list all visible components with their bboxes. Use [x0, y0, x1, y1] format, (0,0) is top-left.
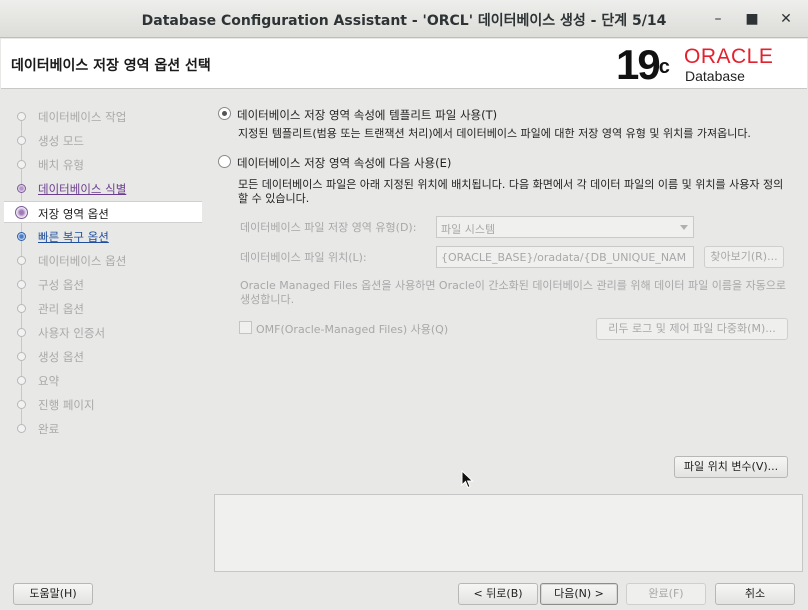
radio-button[interactable]: [218, 155, 231, 168]
radio-use-template[interactable]: 데이터베이스 저장 영역 속성에 템플리트 파일 사용(T): [218, 106, 618, 124]
minimize-icon[interactable]: –: [707, 8, 729, 30]
page-header: 데이터베이스 저장 영역 옵션 선택 19c ORACLE Database: [1, 39, 807, 89]
step-bullet-icon: [17, 256, 26, 265]
step-bullet-icon: [17, 232, 26, 241]
message-area: [214, 494, 803, 572]
oracle-19c-logo: 19c: [616, 41, 670, 88]
nav-step-item: 배치 유형: [4, 153, 202, 175]
omf-note: Oracle Managed Files 옵션을 사용하면 Oracle이 간소…: [240, 279, 787, 306]
radio-use-custom-label: 데이터베이스 저장 영역 속성에 다음 사용(E): [237, 156, 452, 170]
storage-options-panel: 데이터베이스 저장 영역 속성에 템플리트 파일 사용(T) 지정된 템플리트(…: [210, 98, 804, 488]
nav-step-item: 사용자 인증서: [4, 321, 202, 343]
nav-step-label: 빠른 복구 옵션: [38, 230, 109, 244]
omf-checkbox[interactable]: [239, 321, 252, 334]
window-titlebar: Database Configuration Assistant - 'ORCL…: [0, 0, 808, 38]
nav-step-item: 구성 옵션: [4, 273, 202, 295]
nav-step-item: 요약: [4, 369, 202, 391]
nav-step-label: 배치 유형: [38, 158, 84, 172]
step-bullet-icon: [17, 112, 26, 121]
back-button[interactable]: < 뒤로(B): [458, 583, 538, 605]
nav-step-item: 저장 영역 옵션: [4, 201, 202, 223]
step-bullet-icon: [17, 424, 26, 433]
step-bullet-icon: [15, 206, 28, 219]
chevron-down-icon: [680, 225, 688, 230]
finish-button[interactable]: 완료(F): [626, 583, 706, 605]
nav-step-label: 저장 영역 옵션: [38, 207, 109, 221]
cancel-button[interactable]: 취소: [715, 583, 795, 605]
oracle-product-name: Database: [685, 68, 745, 84]
browse-button[interactable]: 찾아보기(R)...: [704, 246, 784, 268]
step-bullet-icon: [17, 376, 26, 385]
custom-description: 모든 데이터베이스 파일은 아래 지정된 위치에 배치됩니다. 다음 화면에서 …: [238, 178, 784, 205]
maximize-icon[interactable]: ■: [741, 8, 763, 30]
multiplex-redo-button[interactable]: 리두 로그 및 제어 파일 다중화(M)...: [596, 318, 788, 340]
wizard-step-nav: 데이터베이스 작업생성 모드배치 유형데이터베이스 식별저장 영역 옵션빠른 복…: [4, 98, 204, 568]
nav-step-item[interactable]: 빠른 복구 옵션: [4, 225, 202, 247]
step-bullet-icon: [17, 136, 26, 145]
step-bullet-icon: [17, 400, 26, 409]
nav-step-item: 진행 페이지: [4, 393, 202, 415]
nav-step-label: 요약: [38, 374, 60, 388]
nav-step-item: 생성 모드: [4, 129, 202, 151]
file-location-variables-button[interactable]: 파일 위치 변수(V)...: [674, 456, 788, 478]
mouse-pointer-icon: [461, 470, 474, 489]
page-title: 데이터베이스 저장 영역 옵션 선택: [11, 58, 211, 74]
next-button[interactable]: 다음(N) >: [540, 583, 618, 605]
close-icon[interactable]: ✕: [775, 8, 797, 30]
file-location-input[interactable]: {ORACLE_BASE}/oradata/{DB_UNIQUE_NAM: [436, 246, 694, 268]
file-location-label: 데이터베이스 파일 위치(L):: [240, 251, 367, 264]
nav-step-item: 데이터베이스 작업: [4, 105, 202, 127]
radio-use-custom[interactable]: 데이터베이스 저장 영역 속성에 다음 사용(E): [218, 154, 618, 172]
template-description: 지정된 템플리트(범용 또는 트랜잭션 처리)에서 데이터베이스 파일에 대한 …: [238, 127, 751, 140]
nav-step-label: 구성 옵션: [38, 278, 84, 292]
nav-step-label: 생성 모드: [38, 134, 84, 148]
storage-type-value: 파일 시스템: [441, 223, 496, 236]
nav-step-label: 데이터베이스 작업: [38, 110, 127, 124]
nav-step-item: 데이터베이스 옵션: [4, 249, 202, 271]
radio-use-template-label: 데이터베이스 저장 영역 속성에 템플리트 파일 사용(T): [237, 108, 498, 122]
nav-step-label: 진행 페이지: [38, 398, 95, 412]
nav-step-item: 관리 옵션: [4, 297, 202, 319]
step-bullet-icon: [17, 304, 26, 313]
omf-checkbox-label: OMF(Oracle-Managed Files) 사용(Q): [256, 323, 449, 336]
nav-step-label: 생성 옵션: [38, 350, 84, 364]
step-bullet-icon: [17, 352, 26, 361]
nav-step-item: 생성 옵션: [4, 345, 202, 367]
storage-type-select[interactable]: 파일 시스템: [436, 216, 694, 238]
step-bullet-icon: [17, 160, 26, 169]
window-title: Database Configuration Assistant - 'ORCL…: [141, 13, 667, 29]
step-bullet-icon: [17, 280, 26, 289]
nav-step-item[interactable]: 데이터베이스 식별: [4, 177, 202, 199]
step-bullet-icon: [17, 184, 26, 193]
oracle-brand-logo: ORACLE: [684, 45, 774, 68]
nav-step-label: 데이터베이스 옵션: [38, 254, 127, 268]
nav-step-label: 관리 옵션: [38, 302, 84, 316]
nav-step-item: 완료: [4, 417, 202, 439]
step-bullet-icon: [17, 328, 26, 337]
radio-button-selected[interactable]: [218, 107, 231, 120]
nav-step-label: 완료: [38, 422, 60, 436]
nav-step-label: 데이터베이스 식별: [38, 182, 127, 196]
nav-step-label: 사용자 인증서: [38, 326, 106, 340]
storage-type-label: 데이터베이스 파일 저장 영역 유형(D):: [240, 221, 417, 234]
help-button[interactable]: 도움말(H): [13, 583, 93, 605]
